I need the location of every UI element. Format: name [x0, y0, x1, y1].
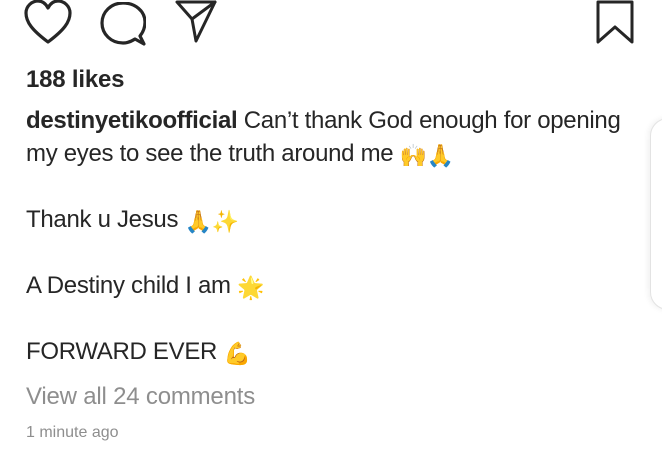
caption-text: FORWARD EVER: [26, 338, 224, 365]
praying-sparkles-emoji: 🙏✨: [184, 209, 239, 234]
caption-paragraph: destinyetikoofficial Can’t thank God eno…: [26, 104, 626, 170]
post-timestamp: 1 minute ago: [26, 424, 119, 441]
glowing-star-emoji: 🌟: [237, 275, 265, 300]
username-link[interactable]: destinyetikoofficial: [26, 107, 238, 134]
flexed-biceps-emoji: 💪: [223, 341, 251, 366]
post-caption: destinyetikoofficial Can’t thank God eno…: [26, 104, 626, 368]
caption-text: A Destiny child I am: [26, 272, 238, 299]
heart-icon[interactable]: [24, 0, 72, 46]
comment-bubble-icon[interactable]: [100, 2, 146, 46]
like-count[interactable]: 188 likes: [26, 66, 124, 94]
caption-paragraph: Thank u Jesus 🙏✨: [26, 203, 626, 236]
caption-paragraph: A Destiny child I am 🌟: [26, 269, 626, 302]
paper-plane-icon[interactable]: [175, 0, 217, 44]
raised-hands-praying-emoji: 🙌🙏: [399, 143, 454, 168]
view-all-comments-link[interactable]: View all 24 comments: [26, 383, 255, 411]
caption-paragraph: FORWARD EVER 💪: [26, 335, 626, 368]
caption-text: Thank u Jesus: [26, 206, 185, 233]
side-edge-panel[interactable]: [650, 118, 662, 310]
post-action-bar: [0, 0, 662, 50]
instagram-post: 188 likes destinyetikoofficial Can’t tha…: [0, 0, 662, 450]
bookmark-icon[interactable]: [596, 0, 634, 44]
